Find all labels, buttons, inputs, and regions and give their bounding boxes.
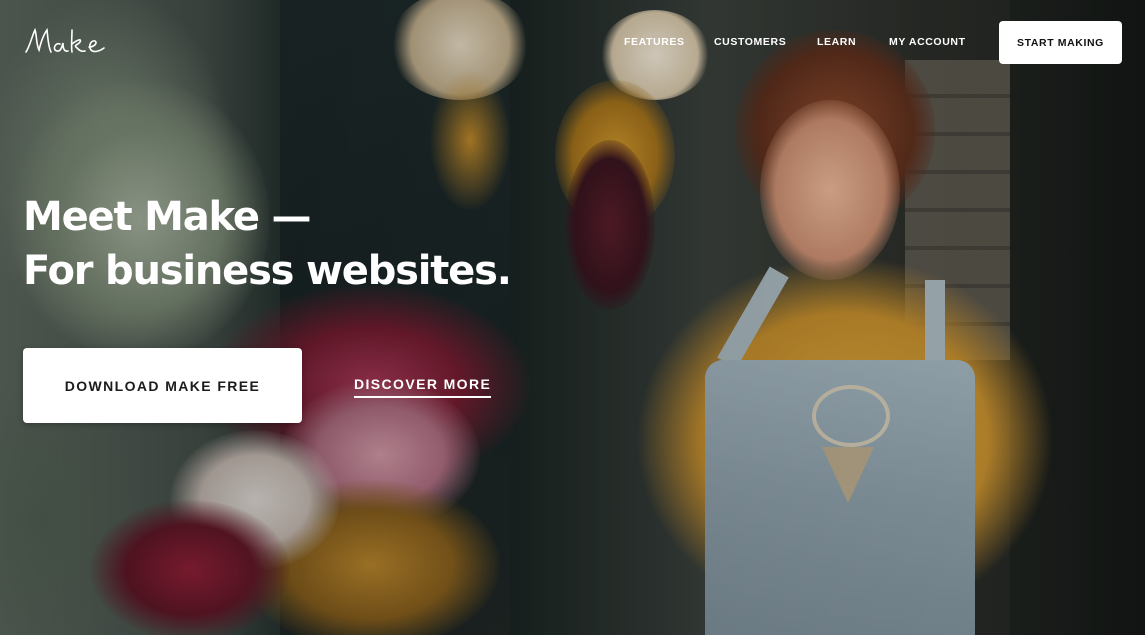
discover-more-link[interactable]: DISCOVER MORE — [354, 376, 492, 398]
nav-learn[interactable]: LEARN — [817, 36, 856, 48]
nav-customers[interactable]: CUSTOMERS — [714, 36, 786, 48]
start-making-button[interactable]: START MAKING — [999, 21, 1122, 64]
hero-headline-line-1: Meet Make — — [23, 194, 311, 240]
hero-background-image — [0, 0, 1145, 635]
nav-features[interactable]: FEATURES — [624, 36, 685, 48]
hero-headline: Meet Make — For business websites. — [23, 190, 512, 298]
download-make-free-button[interactable]: DOWNLOAD MAKE FREE — [23, 348, 302, 423]
nav-my-account[interactable]: MY ACCOUNT — [889, 36, 966, 48]
make-logo[interactable] — [22, 22, 114, 62]
make-logo-script — [25, 27, 105, 53]
hero-headline-line-2: For business websites. — [23, 248, 512, 294]
